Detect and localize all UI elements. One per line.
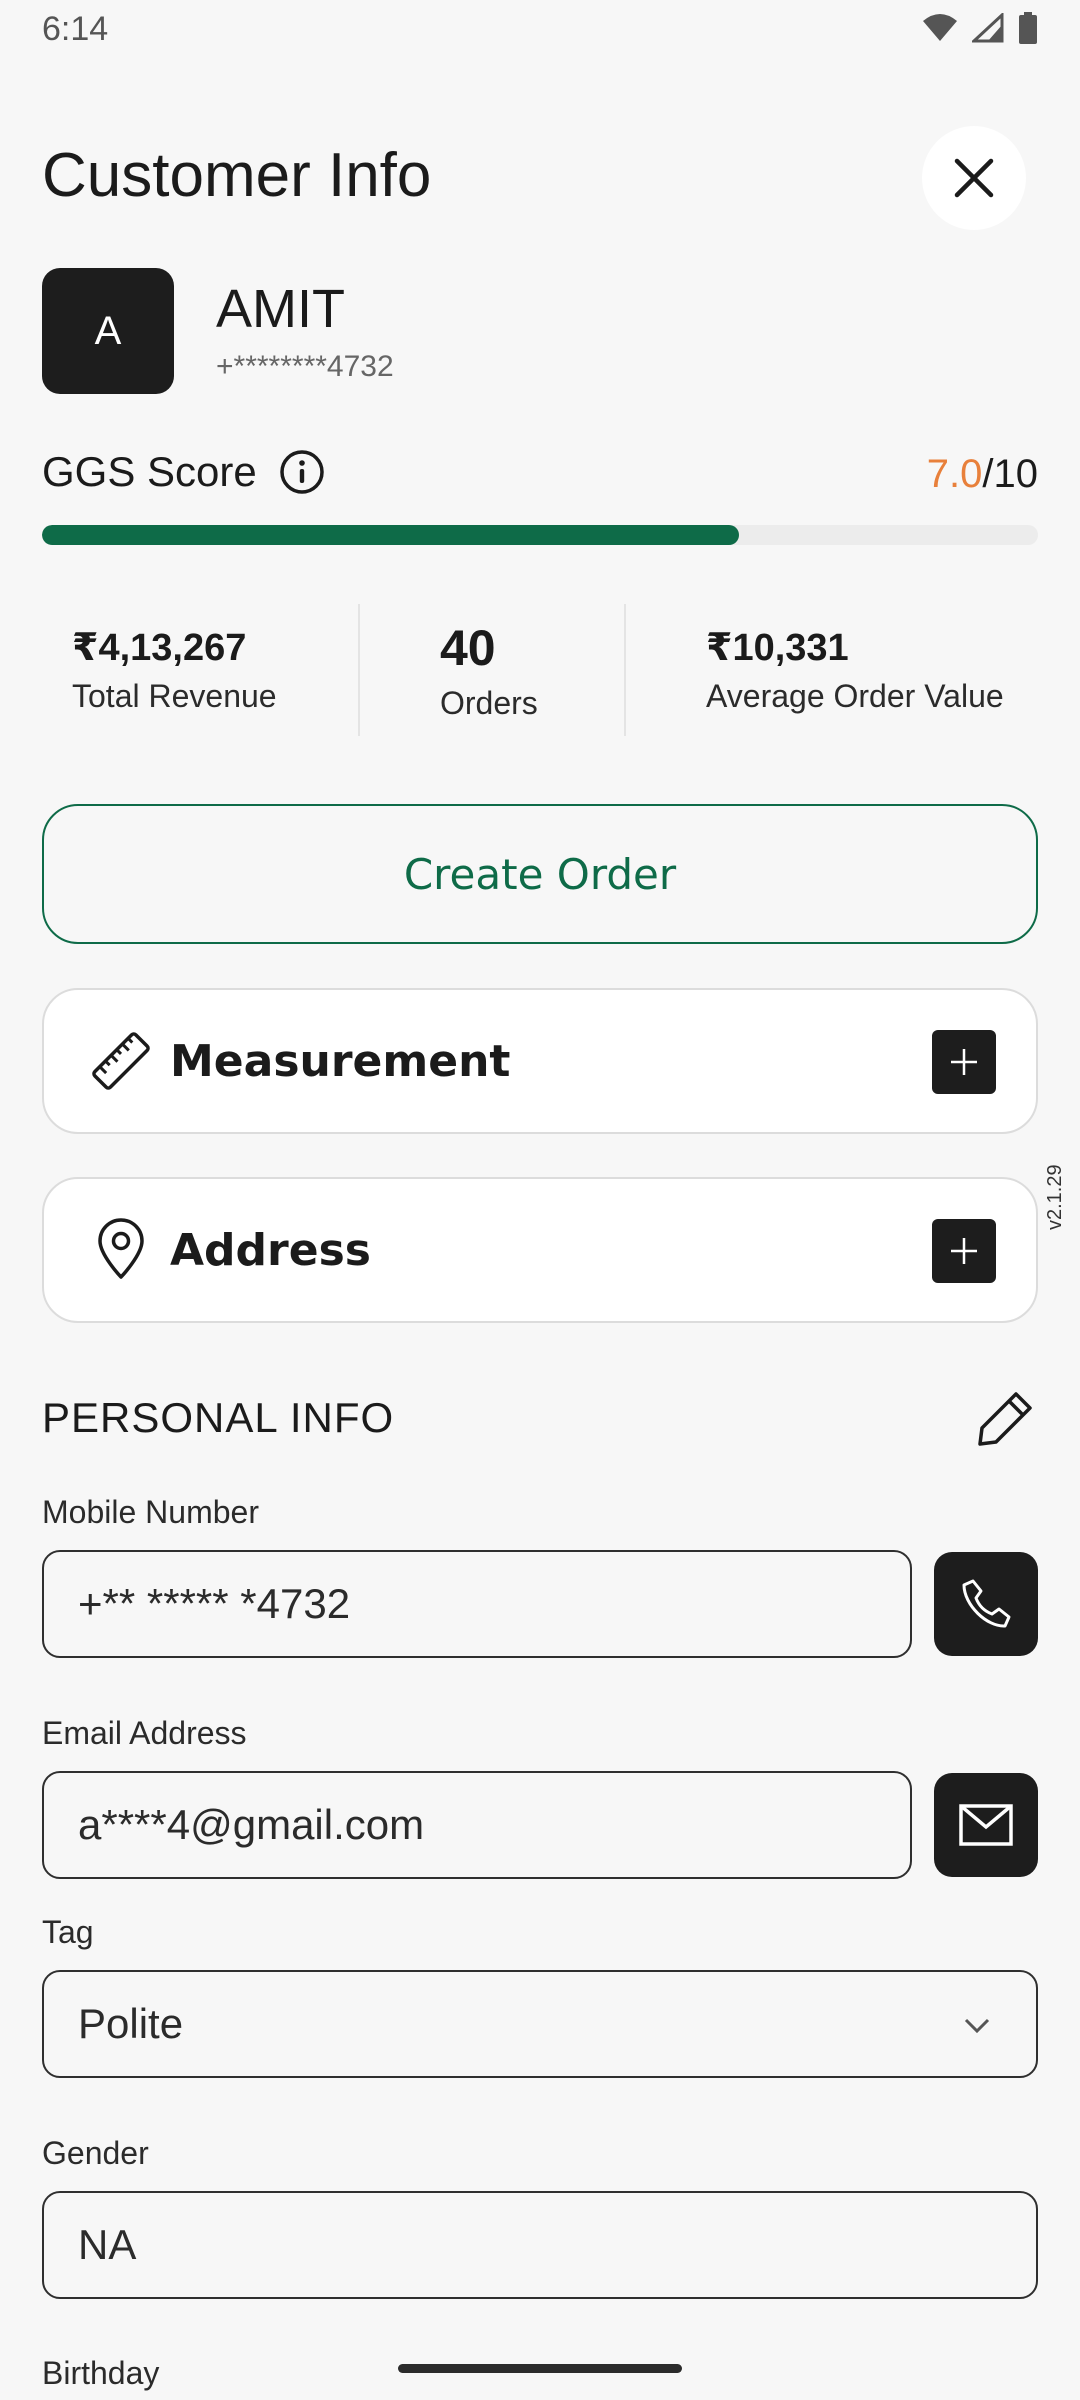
status-icons bbox=[922, 12, 1038, 44]
page-title: Customer Info bbox=[42, 141, 432, 210]
email-button[interactable] bbox=[934, 1773, 1038, 1877]
edit-pencil-icon[interactable] bbox=[976, 1388, 1036, 1448]
customer-phone: +********4732 bbox=[216, 350, 394, 383]
call-button[interactable] bbox=[934, 1552, 1038, 1656]
stat-value: 40 bbox=[440, 619, 496, 676]
signal-icon bbox=[972, 13, 1004, 43]
gender-field[interactable]: NA bbox=[42, 2191, 1038, 2299]
email-address-label: Email Address bbox=[42, 1715, 247, 1751]
stat-orders: 40 Orders bbox=[360, 604, 626, 736]
add-measurement-button[interactable] bbox=[932, 1030, 996, 1094]
gender-label: Gender bbox=[42, 2135, 149, 2171]
plus-icon bbox=[951, 1049, 977, 1075]
score-max: /10 bbox=[982, 452, 1038, 496]
section-title-personal-info: PERSONAL INFO bbox=[42, 1394, 395, 1441]
mobile-number-field[interactable]: +** ***** *4732 bbox=[42, 1550, 912, 1658]
add-address-button[interactable] bbox=[932, 1219, 996, 1283]
customer-name: AMIT bbox=[216, 279, 345, 339]
ruler-icon bbox=[92, 1032, 150, 1090]
stat-label: Total Revenue bbox=[72, 678, 277, 714]
stat-value: ₹4,13,267 bbox=[72, 627, 247, 669]
close-icon bbox=[954, 158, 994, 198]
mobile-number-label: Mobile Number bbox=[42, 1494, 259, 1530]
plus-icon bbox=[951, 1238, 977, 1264]
tag-select[interactable]: Polite bbox=[42, 1970, 1038, 2078]
chevron-down-icon bbox=[964, 2018, 990, 2034]
status-time: 6:14 bbox=[42, 10, 109, 48]
address-label: Address bbox=[170, 1224, 371, 1276]
location-pin-icon bbox=[98, 1218, 144, 1279]
phone-icon bbox=[962, 1579, 1011, 1628]
stat-average-order-value: ₹10,331 Average Order Value bbox=[626, 604, 1038, 736]
score-number: 7.0 bbox=[926, 452, 983, 496]
close-button[interactable] bbox=[922, 126, 1026, 230]
measurement-label: Measurement bbox=[170, 1035, 511, 1087]
stat-label: Average Order Value bbox=[706, 678, 1004, 714]
score-value: 7.0/10 bbox=[927, 452, 1038, 497]
score-label-row: GGS Score bbox=[42, 448, 325, 496]
avatar: A bbox=[42, 268, 174, 394]
score-progress-fill bbox=[42, 525, 740, 545]
measurement-card[interactable]: Measurement bbox=[42, 988, 1038, 1134]
tag-label: Tag bbox=[42, 1914, 94, 1950]
stats-row: ₹4,13,267 Total Revenue 40 Orders ₹10,33… bbox=[42, 604, 1038, 736]
birthday-label: Birthday bbox=[42, 2355, 160, 2391]
info-icon[interactable] bbox=[279, 449, 325, 495]
mail-icon bbox=[959, 1804, 1013, 1846]
email-address-field[interactable]: a****4@gmail.com bbox=[42, 1771, 912, 1879]
stat-label: Orders bbox=[440, 684, 538, 721]
stat-total-revenue: ₹4,13,267 Total Revenue bbox=[42, 604, 360, 736]
create-order-button[interactable]: Create Order bbox=[42, 804, 1038, 944]
status-bar: 6:14 bbox=[0, 0, 1080, 62]
avatar-initial: A bbox=[94, 308, 122, 353]
score-progress-bar bbox=[42, 525, 1038, 545]
score-label: GGS Score bbox=[42, 448, 257, 495]
home-indicator[interactable] bbox=[398, 2364, 682, 2373]
version-label: v2.1.29 bbox=[1044, 1164, 1066, 1230]
battery-icon bbox=[1019, 12, 1037, 44]
tag-selected-value: Polite bbox=[78, 2000, 184, 2047]
address-card[interactable]: Address bbox=[42, 1177, 1038, 1323]
wifi-icon bbox=[923, 14, 957, 41]
stat-value: ₹10,331 bbox=[706, 627, 849, 669]
